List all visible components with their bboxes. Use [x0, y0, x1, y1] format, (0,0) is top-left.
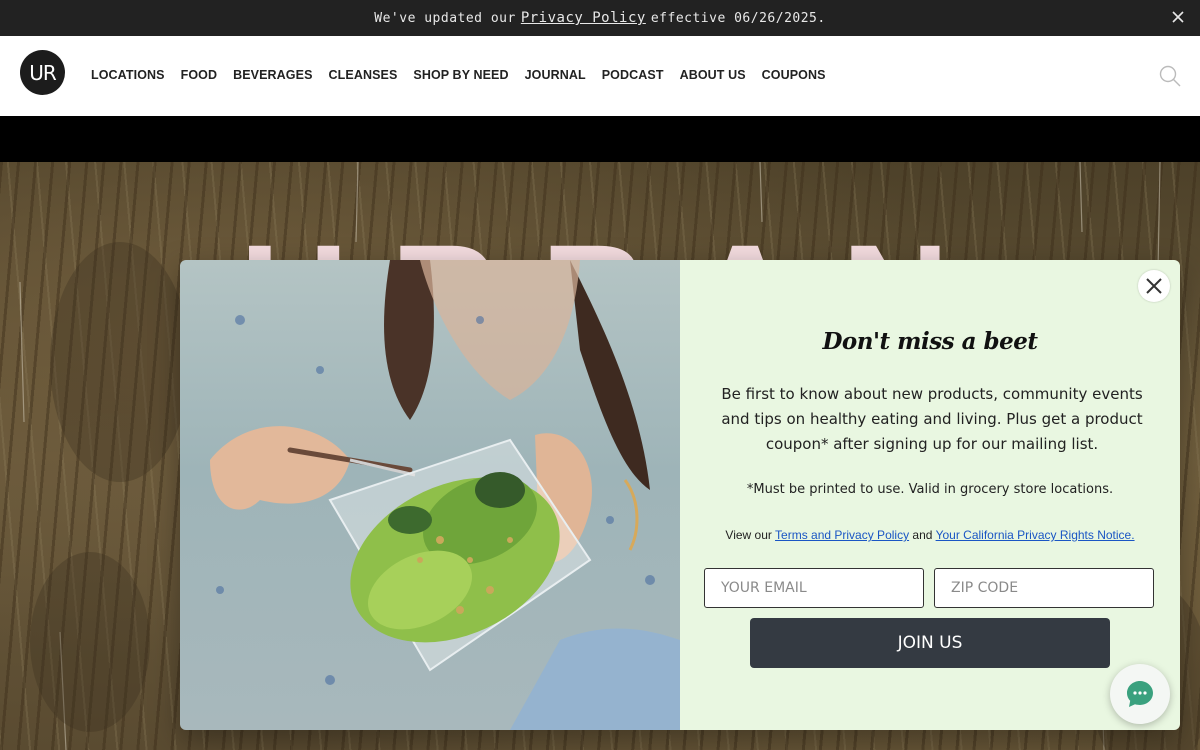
logo-text: UR: [29, 60, 57, 85]
privacy-policy-link[interactable]: Privacy Policy: [521, 10, 646, 26]
nav-item-shop-by-need[interactable]: SHOP BY NEED: [413, 68, 508, 82]
zip-code-field[interactable]: [934, 568, 1154, 608]
modal-fine-print: *Must be printed to use. Valid in grocer…: [746, 482, 1114, 497]
logo[interactable]: UR: [20, 50, 65, 95]
nav-item-journal[interactable]: JOURNAL: [525, 68, 586, 82]
modal-close-button[interactable]: [1138, 270, 1170, 302]
chat-icon: [1127, 681, 1153, 707]
modal-body-text: Be first to know about new products, com…: [721, 385, 1143, 453]
nav-item-food[interactable]: FOOD: [181, 68, 218, 82]
terms-link[interactable]: Terms and Privacy Policy: [775, 528, 909, 542]
terms-line: View our Terms and Privacy Policy and Yo…: [680, 528, 1180, 542]
announcement-bar: We've updated our Privacy Policy effecti…: [0, 0, 1200, 36]
newsletter-form: Don't miss a beet Be first to know about…: [680, 260, 1180, 730]
nav-item-beverages[interactable]: BEVERAGES: [233, 68, 312, 82]
nav-item-cleanses[interactable]: CLEANSES: [329, 68, 398, 82]
chat-widget-button[interactable]: [1110, 664, 1170, 724]
nav-item-about-us[interactable]: ABOUT US: [680, 68, 746, 82]
close-icon[interactable]: [1170, 9, 1186, 25]
newsletter-modal: Don't miss a beet Be first to know about…: [180, 260, 1180, 730]
join-us-button[interactable]: JOIN US: [750, 618, 1110, 668]
nav-item-podcast[interactable]: PODCAST: [602, 68, 664, 82]
salad-photo: [180, 260, 680, 730]
announcement-suffix: effective 06/26/2025.: [650, 10, 826, 26]
terms-and: and: [912, 528, 933, 542]
modal-heading: Don't miss a beet: [822, 328, 1038, 355]
main-nav: LOCATIONS FOOD BEVERAGES CLEANSES SHOP B…: [91, 68, 826, 82]
search-icon[interactable]: [1158, 64, 1182, 88]
close-icon: [1146, 278, 1162, 294]
email-field[interactable]: [704, 568, 924, 608]
hero-top-strip: [0, 116, 1200, 162]
nav-item-locations[interactable]: LOCATIONS: [91, 68, 165, 82]
terms-prefix: View our: [725, 528, 772, 542]
site-header: UR LOCATIONS FOOD BEVERAGES CLEANSES SHO…: [0, 36, 1200, 116]
announcement-prefix: We've updated our: [374, 10, 516, 26]
salad-illustration: [210, 260, 680, 730]
nav-item-coupons[interactable]: COUPONS: [762, 68, 826, 82]
california-privacy-link[interactable]: Your California Privacy Rights Notice.: [936, 528, 1135, 542]
